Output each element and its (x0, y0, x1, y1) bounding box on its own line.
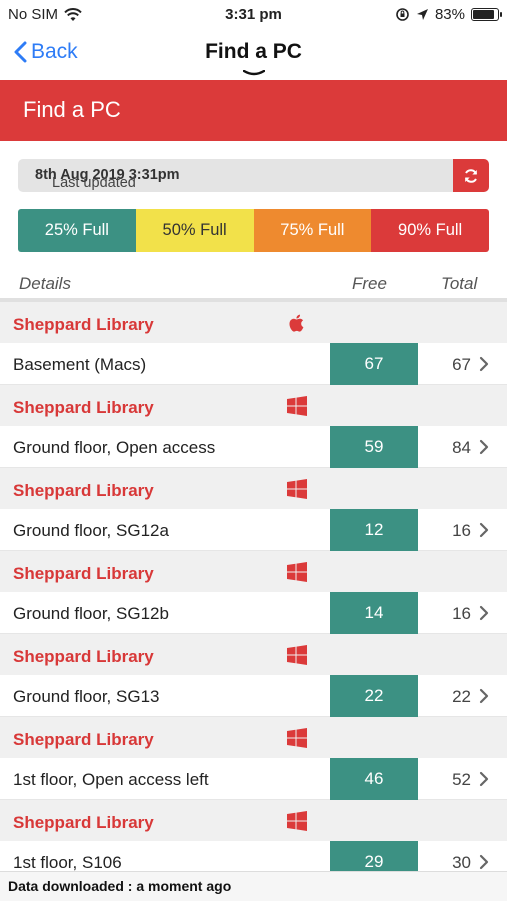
library-group-row: Sheppard Library (0, 800, 507, 841)
pull-handle-icon[interactable] (243, 70, 265, 76)
page-title: Find a PC (23, 97, 121, 122)
library-group-row: Sheppard Library (0, 634, 507, 675)
library-name: Sheppard Library (13, 481, 154, 500)
room-row[interactable]: Basement (Macs) 67 67 (0, 343, 507, 385)
data-downloaded-text: Data downloaded : a moment ago (8, 878, 232, 894)
column-header-details: Details (19, 274, 71, 293)
windows-icon (286, 395, 308, 417)
library-name: Sheppard Library (13, 813, 154, 832)
room-row[interactable]: Ground floor, SG12a 12 16 (0, 509, 507, 551)
windows-icon (286, 810, 308, 832)
chevron-right-icon (479, 605, 489, 621)
room-location: Ground floor, Open access (13, 438, 216, 457)
windows-icon (286, 727, 308, 749)
legend-item: 25% Full (18, 209, 136, 252)
free-count: 12 (330, 509, 418, 551)
room-location: Ground floor, SG12b (13, 604, 169, 623)
chevron-right-icon (479, 356, 489, 372)
room-location: Basement (Macs) (13, 355, 147, 374)
room-row[interactable]: 1st floor, Open access left 46 52 (0, 758, 507, 800)
chevron-right-icon (479, 688, 489, 704)
windows-icon (286, 644, 308, 666)
room-location: Ground floor, SG12a (13, 521, 169, 540)
free-count: 14 (330, 592, 418, 634)
library-name: Sheppard Library (13, 647, 154, 666)
room-list[interactable]: Sheppard Library Basement (Macs) 67 67 Shepp… (0, 302, 507, 883)
library-group-row: Sheppard Library (0, 551, 507, 592)
page-header: Find a PC (0, 80, 507, 141)
total-count: 52 (452, 770, 471, 789)
apple-icon (286, 312, 308, 334)
last-updated-prefix: Last updated (52, 175, 136, 191)
nav-bar: Back Find a PC (0, 28, 507, 80)
room-location: 1st floor, S106 (13, 853, 122, 872)
library-name: Sheppard Library (13, 315, 154, 334)
room-row[interactable]: Ground floor, SG13 22 22 (0, 675, 507, 717)
room-location: Ground floor, SG13 (13, 687, 160, 706)
chevron-right-icon (479, 522, 489, 538)
legend-item: 50% Full (135, 209, 254, 252)
library-name: Sheppard Library (13, 730, 154, 749)
nav-title: Find a PC (205, 40, 302, 63)
free-count: 46 (330, 758, 418, 800)
refresh-icon (465, 168, 477, 183)
chevron-right-icon (479, 439, 489, 455)
legend-item: 90% Full (371, 209, 489, 252)
orientation-lock-icon (396, 8, 409, 21)
location-arrow-icon (416, 9, 428, 20)
legend-item: 75% Full (253, 209, 372, 252)
total-count: 84 (452, 438, 471, 457)
room-row[interactable]: Ground floor, Open access 59 84 (0, 426, 507, 468)
room-location: 1st floor, Open access left (13, 770, 209, 789)
table-header: Details Free Total (0, 270, 507, 300)
room-row[interactable]: Ground floor, SG12b 14 16 (0, 592, 507, 634)
total-count: 67 (452, 355, 471, 374)
total-count: 22 (452, 687, 471, 706)
free-count: 59 (330, 426, 418, 468)
windows-icon (286, 478, 308, 500)
windows-icon (286, 561, 308, 583)
library-group-row: Sheppard Library (0, 385, 507, 426)
total-count: 16 (452, 521, 471, 540)
refresh-button[interactable] (453, 159, 489, 192)
total-count: 30 (452, 853, 471, 872)
library-name: Sheppard Library (13, 564, 154, 583)
column-header-free: Free (352, 274, 387, 293)
occupancy-legend: 25% Full 50% Full 75% Full 90% Full (18, 209, 489, 252)
footer-status: Data downloaded : a moment ago (0, 871, 507, 901)
battery-icon (471, 8, 502, 21)
chevron-right-icon (479, 771, 489, 787)
chevron-right-icon (479, 854, 489, 870)
free-count: 22 (330, 675, 418, 717)
column-header-total: Total (441, 274, 478, 293)
library-group-row: Sheppard Library (0, 717, 507, 758)
status-bar: No SIM 3:31 pm 83% (0, 0, 507, 28)
library-group-row: Sheppard Library (0, 302, 507, 343)
library-group-row: Sheppard Library (0, 468, 507, 509)
total-count: 16 (452, 604, 471, 623)
free-count: 67 (330, 343, 418, 385)
library-name: Sheppard Library (13, 398, 154, 417)
battery-percent: 83% (434, 6, 465, 23)
last-updated-bar: Last updated 8th Aug 2019 3:31pm (18, 159, 489, 192)
